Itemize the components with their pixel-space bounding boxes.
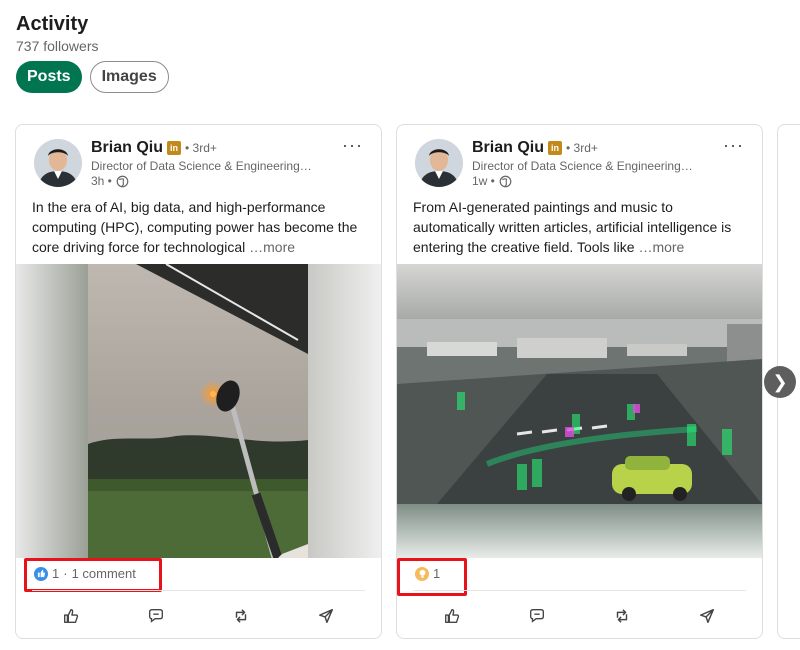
chevron-right-icon[interactable]: ❯ [764,366,796,398]
repost-icon [616,609,628,623]
post-author[interactable]: Brian Qiu in • 3rd+ Director of Data Sci… [415,139,712,188]
globe-icon [499,175,512,187]
activity-header: Activity 737 followers [16,12,99,54]
post-text[interactable]: In the era of AI, big data, and high-per… [32,197,362,257]
linkedin-badge-icon: in [548,141,563,155]
post-image[interactable] [16,264,381,558]
followers-count: 737 followers [16,38,99,54]
comment-icon [529,609,544,623]
repost-icon [235,609,247,623]
post-text[interactable]: From AI-generated paintings and music to… [413,197,743,257]
linkedin-badge-icon: in [167,141,182,155]
author-name[interactable]: Brian Qiu [472,139,544,157]
comment-button[interactable] [517,603,557,629]
post-image[interactable] [397,264,762,558]
tab-posts[interactable]: Posts [16,61,82,93]
post-actions [397,603,762,629]
connection-degree: • 3rd+ [566,141,598,155]
divider [32,590,365,591]
post-actions [16,603,381,629]
comment-icon [148,609,163,623]
send-icon [319,608,334,624]
like-icon [63,609,78,623]
like-icon [444,609,459,623]
post-time: 3h • [91,174,112,188]
connection-degree: • 3rd+ [185,141,217,155]
tab-images[interactable]: Images [89,61,169,93]
like-button[interactable] [51,603,91,629]
send-icon [700,608,715,624]
author-headline: Director of Data Science & Engineering… [472,159,693,173]
post-card[interactable]: Brian Qiu in • 3rd+ Director of Data Sci… [15,124,382,639]
see-more-link[interactable]: …more [249,239,295,255]
author-name[interactable]: Brian Qiu [91,139,163,157]
post-author[interactable]: Brian Qiu in • 3rd+ Director of Data Sci… [34,139,331,188]
like-button[interactable] [432,603,472,629]
post-card[interactable]: Brian Qiu in • 3rd+ Director of Data Sci… [396,124,763,639]
comment-button[interactable] [136,603,176,629]
divider [413,590,746,591]
avatar[interactable] [34,139,82,187]
globe-icon [116,175,129,187]
filter-tabs: Posts Images [16,61,169,93]
see-more-link[interactable]: …more [638,239,684,255]
highlight-box [24,558,162,592]
more-icon[interactable]: ··· [723,135,744,156]
avatar[interactable] [415,139,463,187]
author-headline: Director of Data Science & Engineering… [91,159,312,173]
send-button[interactable] [306,603,346,629]
repost-button[interactable] [221,603,261,629]
post-body: In the era of AI, big data, and high-per… [32,199,358,255]
repost-button[interactable] [602,603,642,629]
page-title: Activity [16,13,89,35]
send-button[interactable] [687,603,727,629]
post-time: 1w • [472,174,495,188]
more-icon[interactable]: ··· [342,135,363,156]
